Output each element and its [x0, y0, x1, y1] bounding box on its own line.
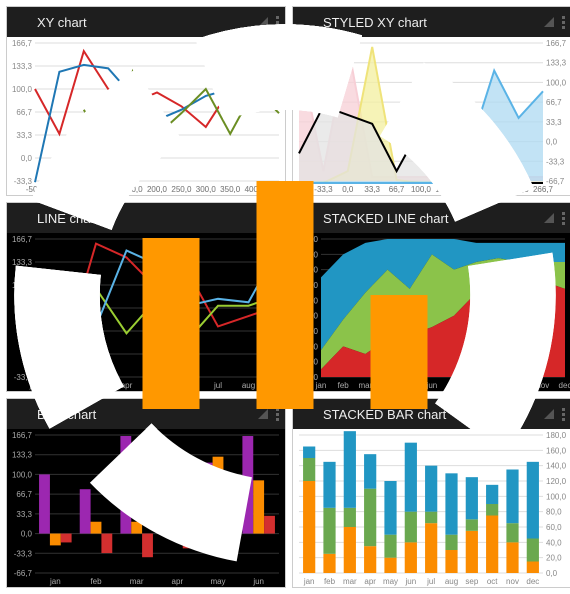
svg-text:120,0: 120,0	[546, 477, 567, 486]
card-header: STACKED BAR chart	[293, 399, 570, 429]
svg-text:60,0: 60,0	[546, 523, 562, 532]
svg-text:jul: jul	[426, 577, 435, 586]
svg-text:0,0: 0,0	[546, 569, 558, 578]
svg-text:160,0: 160,0	[546, 446, 567, 455]
svg-text:jun: jun	[404, 577, 416, 586]
svg-text:feb: feb	[324, 577, 336, 586]
chart-body-stacked-bar: 0,0 20,0 40,0 60,0 80,0 100,0 120,0 140,0 160,0 1…	[293, 429, 570, 587]
svg-text:jan: jan	[303, 577, 315, 586]
svg-text:mar: mar	[343, 577, 357, 586]
svg-text:apr: apr	[364, 577, 376, 586]
card-stacked-bar: STACKED BAR chart 0,0 20,0 40,0 60,0 80,0 100…	[292, 398, 570, 588]
svg-text:40,0: 40,0	[546, 538, 562, 547]
svg-text:100,0: 100,0	[546, 492, 567, 501]
svg-text:180,0: 180,0	[546, 431, 567, 440]
svg-text:oct: oct	[487, 577, 498, 586]
svg-text:sep: sep	[465, 577, 478, 586]
svg-text:140,0: 140,0	[546, 462, 567, 471]
svg-text:20,0: 20,0	[546, 554, 562, 563]
chart-grid: XY chart -33,30,033,366,7100,0133,3166,7…	[0, 0, 570, 594]
svg-text:may: may	[383, 577, 398, 586]
svg-text:aug: aug	[445, 577, 458, 586]
svg-text:dec: dec	[526, 577, 539, 586]
svg-text:80,0: 80,0	[546, 508, 562, 517]
svg-text:nov: nov	[506, 577, 519, 586]
logo-icon	[299, 405, 317, 423]
